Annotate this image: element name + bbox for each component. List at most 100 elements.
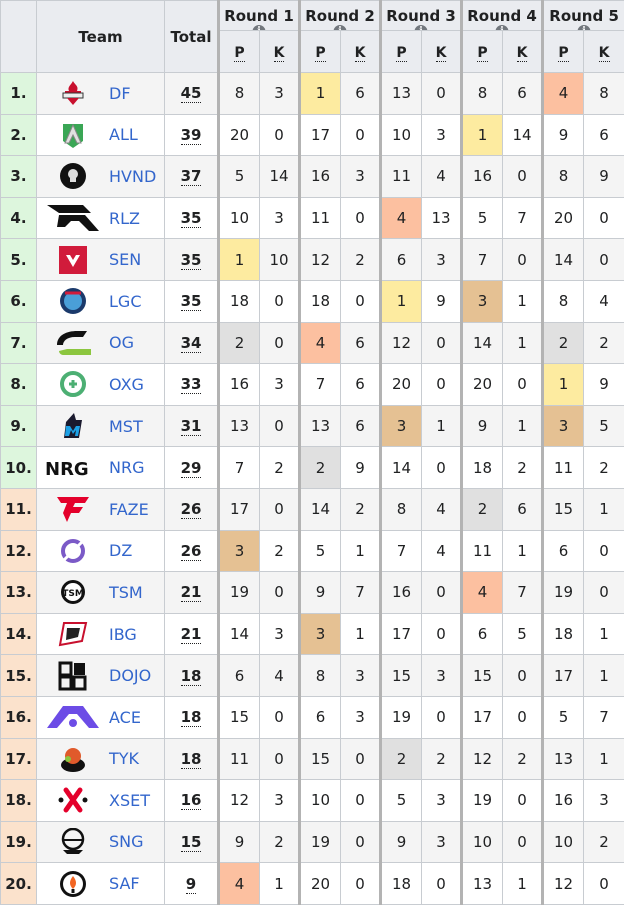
placement-cell: 8 [543, 156, 584, 198]
team-link[interactable]: ALL [109, 125, 138, 144]
team-link[interactable]: TSM [109, 583, 143, 602]
kills-cell: 0 [422, 696, 462, 738]
kills-cell: 3 [260, 197, 300, 239]
kills-cell: 4 [584, 280, 624, 322]
placement-abbr[interactable]: P [234, 45, 244, 62]
kills-cell: 0 [503, 655, 543, 697]
team-link[interactable]: XSET [109, 791, 150, 810]
dojo-logo-icon[interactable] [37, 661, 109, 691]
total-points[interactable]: 21 [181, 625, 202, 644]
team-link[interactable]: OXG [109, 375, 144, 394]
total-points[interactable]: 15 [181, 833, 202, 852]
oxg-logo-icon[interactable] [37, 370, 109, 398]
lgc-logo-icon[interactable] [37, 287, 109, 315]
team-link[interactable]: DF [109, 84, 131, 103]
kills-cell: 0 [584, 239, 624, 281]
team-link[interactable]: IBG [109, 625, 137, 644]
rank-cell: 6. [1, 280, 37, 322]
placement-cell: 6 [543, 530, 584, 572]
total-points[interactable]: 26 [181, 542, 202, 561]
total-points[interactable]: 33 [181, 375, 202, 394]
placement-cell: 19 [543, 572, 584, 614]
placement-abbr[interactable]: P [558, 45, 568, 62]
nrg-logo-icon[interactable]: NRG [37, 458, 109, 478]
faze-logo-icon[interactable] [37, 495, 109, 523]
saf-logo-icon[interactable] [37, 870, 109, 898]
hvnd-logo-icon[interactable] [37, 162, 109, 190]
placement-cell: 11 [543, 447, 584, 489]
total-points[interactable]: 45 [181, 84, 202, 103]
xset-logo-icon[interactable] [37, 786, 109, 814]
team-link[interactable]: RLZ [109, 209, 140, 228]
df-logo-icon[interactable] [37, 79, 109, 107]
rank-label: 6. [10, 292, 26, 310]
placement-cell: 4 [381, 197, 422, 239]
kills-abbr[interactable]: K [274, 45, 285, 62]
team-link[interactable]: TYK [109, 749, 139, 768]
total-points[interactable]: 31 [181, 417, 202, 436]
placement-abbr[interactable]: P [315, 45, 325, 62]
total-points[interactable]: 18 [181, 708, 202, 727]
kills-cell: 0 [503, 780, 543, 822]
placement-abbr[interactable]: P [396, 45, 406, 62]
total-points[interactable]: 16 [181, 791, 202, 810]
total-points[interactable]: 37 [181, 167, 202, 186]
total-points[interactable]: 29 [181, 459, 202, 478]
ibg-logo-icon[interactable] [37, 621, 109, 647]
team-link[interactable]: DZ [109, 541, 132, 560]
team-cell: TYK [37, 738, 165, 780]
team-link[interactable]: ACE [109, 708, 141, 727]
total-points[interactable]: 21 [181, 583, 202, 602]
dz-logo-icon[interactable] [37, 537, 109, 565]
team-link[interactable]: LGC [109, 292, 141, 311]
team-link[interactable]: FAZE [109, 500, 149, 519]
info-icon[interactable]: i [578, 25, 591, 31]
sen-logo-icon[interactable] [37, 246, 109, 274]
tsm-logo-icon[interactable]: TSM [37, 578, 109, 606]
info-icon[interactable]: i [334, 25, 347, 31]
team-link[interactable]: SEN [109, 250, 141, 269]
og-logo-icon[interactable] [37, 329, 109, 357]
team-link[interactable]: SAF [109, 874, 140, 893]
team-link[interactable]: HVND [109, 167, 156, 186]
all-logo-icon[interactable] [37, 121, 109, 149]
sng-logo-icon[interactable] [37, 828, 109, 856]
team-link[interactable]: NRG [109, 458, 144, 477]
team-cell: XSET [37, 780, 165, 822]
kills-abbr[interactable]: K [436, 45, 447, 62]
tyk-logo-icon[interactable] [37, 745, 109, 773]
rlz-logo-icon[interactable] [37, 203, 109, 233]
total-cell: 18 [165, 655, 219, 697]
kills-abbr[interactable]: K [355, 45, 366, 62]
kills-cell: 0 [341, 780, 381, 822]
kills-cell: 2 [503, 447, 543, 489]
total-points[interactable]: 18 [181, 750, 202, 769]
mst-logo-icon[interactable] [37, 412, 109, 440]
placement-abbr[interactable]: P [477, 45, 487, 62]
info-icon[interactable]: i [415, 25, 428, 31]
kills-cell: 9 [584, 156, 624, 198]
kills-cell: 5 [584, 405, 624, 447]
total-points[interactable]: 34 [181, 334, 202, 353]
total-cell: 35 [165, 197, 219, 239]
total-points[interactable]: 35 [181, 292, 202, 311]
info-icon[interactable]: i [496, 25, 509, 31]
total-points[interactable]: 18 [181, 667, 202, 686]
total-points[interactable]: 35 [181, 251, 202, 270]
kills-cell: 0 [422, 572, 462, 614]
total-cell: 35 [165, 239, 219, 281]
total-points[interactable]: 39 [181, 126, 202, 145]
ace-logo-icon[interactable] [37, 704, 109, 730]
team-link[interactable]: MST [109, 417, 143, 436]
total-points[interactable]: 9 [186, 875, 196, 894]
kills-header: K [503, 31, 543, 73]
team-link[interactable]: SNG [109, 832, 144, 851]
team-link[interactable]: DOJO [109, 666, 151, 685]
team-link[interactable]: OG [109, 333, 134, 352]
kills-abbr[interactable]: K [599, 45, 610, 62]
kills-abbr[interactable]: K [517, 45, 528, 62]
placement-cell: 19 [381, 696, 422, 738]
info-icon[interactable]: i [253, 25, 266, 31]
total-points[interactable]: 35 [181, 209, 202, 228]
total-points[interactable]: 26 [181, 500, 202, 519]
